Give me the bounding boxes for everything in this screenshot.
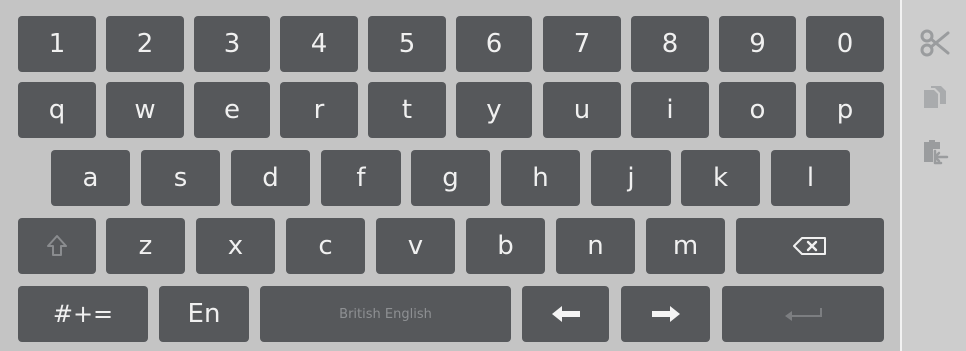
- key-n[interactable]: n: [556, 218, 635, 274]
- key-6[interactable]: 6: [456, 16, 532, 72]
- key-9[interactable]: 9: [719, 16, 796, 72]
- key-label: r: [313, 95, 325, 125]
- key-label: i: [666, 95, 674, 125]
- key-d[interactable]: d: [231, 150, 310, 206]
- key-label: u: [573, 95, 591, 125]
- key-v[interactable]: v: [376, 218, 455, 274]
- key-label: h: [532, 163, 549, 193]
- key-label: 3: [223, 29, 241, 59]
- backspace-icon: [793, 237, 827, 255]
- key-1[interactable]: 1: [18, 16, 96, 72]
- language-label: En: [187, 299, 221, 329]
- key-label: e: [224, 95, 240, 125]
- key-label: m: [672, 231, 699, 261]
- key-label: 6: [485, 29, 503, 59]
- key-label: p: [836, 95, 854, 125]
- key-label: c: [318, 231, 333, 261]
- key-label: a: [82, 163, 99, 193]
- shift-arrow-icon: [46, 234, 68, 258]
- key-a[interactable]: a: [51, 150, 130, 206]
- key-label: q: [48, 95, 66, 125]
- key-label: k: [712, 163, 729, 193]
- key-label: x: [227, 231, 244, 261]
- key-label: w: [134, 95, 156, 125]
- key-label: n: [587, 231, 604, 261]
- cut-button[interactable]: [918, 26, 952, 60]
- copy-button[interactable]: [918, 82, 952, 116]
- scissors-icon: [920, 28, 950, 58]
- key-label: b: [497, 231, 514, 261]
- key-y[interactable]: y: [456, 82, 532, 138]
- paste-button[interactable]: [918, 135, 952, 169]
- key-4[interactable]: 4: [280, 16, 358, 72]
- backspace-key[interactable]: [736, 218, 884, 274]
- key-q[interactable]: q: [18, 82, 96, 138]
- key-g[interactable]: g: [411, 150, 490, 206]
- arrow-right-key[interactable]: [621, 286, 710, 342]
- key-o[interactable]: o: [719, 82, 796, 138]
- enter-icon: [783, 305, 823, 323]
- key-label: j: [627, 163, 635, 193]
- key-j[interactable]: j: [591, 150, 671, 206]
- key-u[interactable]: u: [543, 82, 621, 138]
- key-e[interactable]: e: [194, 82, 270, 138]
- key-t[interactable]: t: [368, 82, 446, 138]
- key-3[interactable]: 3: [194, 16, 270, 72]
- key-label: y: [486, 95, 502, 125]
- key-label: 9: [749, 29, 766, 59]
- key-label: l: [806, 163, 815, 193]
- key-2[interactable]: 2: [106, 16, 184, 72]
- shift-key[interactable]: [18, 218, 96, 274]
- key-5[interactable]: 5: [368, 16, 446, 72]
- space-label: British English: [339, 306, 432, 322]
- symbols-key[interactable]: #+=: [18, 286, 148, 342]
- key-i[interactable]: i: [631, 82, 709, 138]
- key-r[interactable]: r: [280, 82, 358, 138]
- key-label: 4: [310, 29, 328, 59]
- key-s[interactable]: s: [141, 150, 220, 206]
- space-key[interactable]: British English: [260, 286, 511, 342]
- clipboard-panel: [900, 0, 966, 351]
- arrow-left-key[interactable]: [522, 286, 609, 342]
- key-b[interactable]: b: [466, 218, 545, 274]
- key-m[interactable]: m: [646, 218, 725, 274]
- paste-icon: [921, 137, 949, 167]
- key-label: t: [401, 95, 413, 125]
- symbols-label: #+=: [52, 300, 114, 328]
- key-label: s: [173, 163, 188, 193]
- key-l[interactable]: l: [771, 150, 850, 206]
- key-0[interactable]: 0: [806, 16, 884, 72]
- key-label: v: [407, 231, 424, 261]
- key-label: z: [138, 231, 153, 261]
- key-label: d: [262, 163, 279, 193]
- key-z[interactable]: z: [106, 218, 185, 274]
- key-8[interactable]: 8: [631, 16, 709, 72]
- key-label: 1: [48, 29, 66, 59]
- key-k[interactable]: k: [681, 150, 760, 206]
- enter-key[interactable]: [722, 286, 884, 342]
- key-label: g: [442, 163, 459, 193]
- virtual-keyboard: 1 2 3 4 5 6 7 8 9 0 q w e r t y u i o p …: [0, 0, 898, 351]
- copy-icon: [922, 84, 948, 114]
- arrow-left-icon: [550, 304, 582, 324]
- key-label: 8: [661, 29, 679, 59]
- key-label: f: [356, 163, 366, 193]
- key-label: 0: [836, 29, 854, 59]
- key-label: 7: [573, 29, 591, 59]
- key-label: 2: [136, 29, 154, 59]
- key-h[interactable]: h: [501, 150, 580, 206]
- key-f[interactable]: f: [321, 150, 401, 206]
- arrow-right-icon: [650, 304, 682, 324]
- language-key[interactable]: En: [159, 286, 249, 342]
- key-label: o: [749, 95, 766, 125]
- key-c[interactable]: c: [286, 218, 365, 274]
- key-7[interactable]: 7: [543, 16, 621, 72]
- key-w[interactable]: w: [106, 82, 184, 138]
- key-label: 5: [398, 29, 416, 59]
- key-p[interactable]: p: [806, 82, 884, 138]
- key-x[interactable]: x: [196, 218, 275, 274]
